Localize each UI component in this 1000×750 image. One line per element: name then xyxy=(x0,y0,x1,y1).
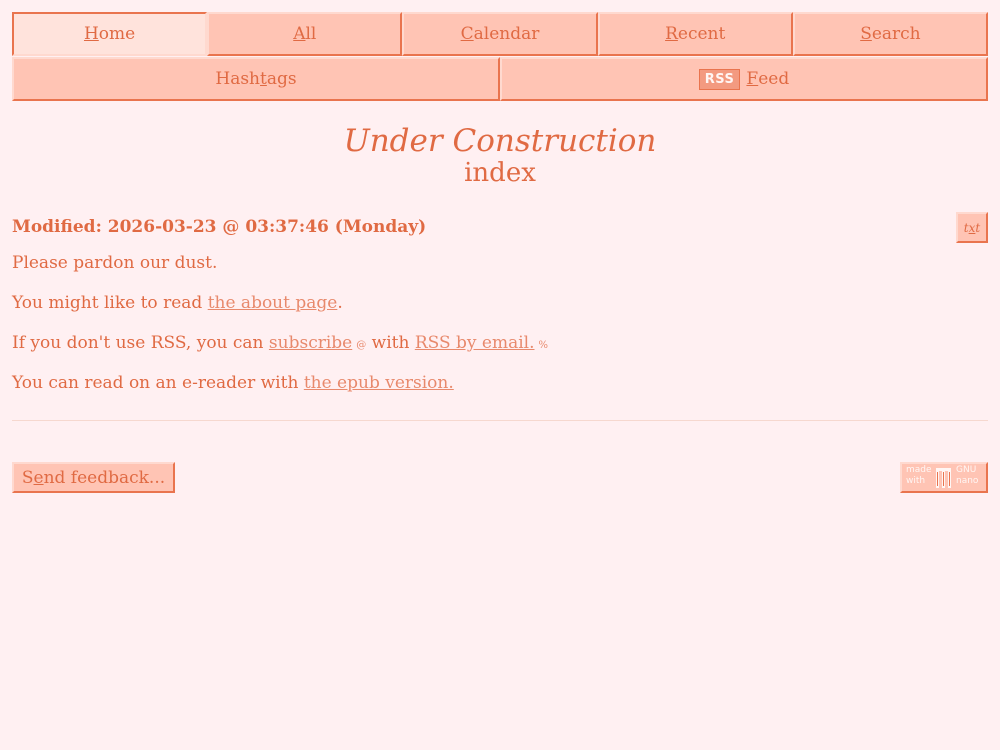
rss-text-pre: If you don't use RSS, you can xyxy=(12,333,269,353)
accesskey-f: F xyxy=(746,69,759,89)
nav-search-button[interactable]: Search xyxy=(792,12,989,56)
send-feedback-button[interactable]: Se nd feedback... xyxy=(12,462,175,493)
about-page-link[interactable]: the about page xyxy=(208,293,338,313)
divider xyxy=(12,420,988,421)
txt-view-button[interactable]: txt xyxy=(956,212,988,243)
nav-hashtags-button[interactable]: Hash t ags xyxy=(12,57,500,101)
nav-hashtags-label-pre: Hash xyxy=(215,69,261,89)
nav-hashtags-label-post: ags xyxy=(266,69,297,89)
nav-calendar-button[interactable]: Calendar xyxy=(402,12,598,56)
accesskey-h: H xyxy=(83,24,99,44)
made-with-gnu-nano-badge[interactable]: made with GNU nano xyxy=(900,462,988,493)
paragraph-rss: If you don't use RSS, you can subscribe @… xyxy=(12,332,548,357)
email-icon: @ xyxy=(356,340,367,351)
accesskey-x: x xyxy=(968,220,976,235)
rss-icon: RSS xyxy=(698,68,741,90)
page-subtitle: index xyxy=(464,158,536,188)
rss-text-mid: with xyxy=(366,333,415,353)
subscribe-link[interactable]: subscribe xyxy=(269,333,352,353)
nav-recent-button[interactable]: Recent xyxy=(597,12,793,56)
feedback-label-post: nd feedback... xyxy=(43,467,166,488)
accesskey-e: e xyxy=(33,467,44,488)
rss-by-email-link[interactable]: RSS by email. xyxy=(415,333,535,353)
badge-gnu-nano-text: GNU nano xyxy=(956,465,979,486)
feedback-label-pre: S xyxy=(21,467,34,488)
nav-calendar-label: alendar xyxy=(473,24,540,44)
nav-search-label: earch xyxy=(871,24,921,44)
nav-home-label: ome xyxy=(98,24,136,44)
nav-rss-feed-button[interactable]: RSS Feed xyxy=(500,57,988,101)
nav-recent-label: ecent xyxy=(677,24,726,44)
nav-feed-label: eed xyxy=(758,69,790,89)
secondary-nav: Hash t ags RSS Feed xyxy=(12,57,988,101)
page-title: Under Construction xyxy=(343,123,657,159)
badge-made-with-text: made with xyxy=(906,465,932,486)
paragraph-about: You might like to read the about page. xyxy=(12,292,343,314)
nav-all-label: ll xyxy=(305,24,317,44)
about-text-post: . xyxy=(337,293,343,313)
about-text-pre: You might like to read xyxy=(12,293,208,313)
accesskey-c: C xyxy=(460,24,474,44)
accesskey-s: S xyxy=(860,24,872,44)
epub-text-pre: You can read on an e-reader with xyxy=(12,373,304,393)
external-link-icon: % xyxy=(538,340,549,351)
nav-home-button[interactable]: Home xyxy=(12,12,208,56)
nano-logo-icon xyxy=(936,468,951,488)
txt-label-post: t xyxy=(975,220,981,235)
accesskey-t: t xyxy=(260,69,267,89)
paragraph-dust: Please pardon our dust. xyxy=(12,253,218,273)
nav-all-button[interactable]: All xyxy=(207,12,403,56)
accesskey-r: R xyxy=(665,24,678,44)
epub-version-link[interactable]: the epub version. xyxy=(304,373,454,393)
modified-timestamp: Modified: 2026-03-23 @ 03:37:46 (Monday) xyxy=(12,217,427,237)
accesskey-a: A xyxy=(293,24,306,44)
paragraph-epub: You can read on an e-reader with the epu… xyxy=(12,372,454,394)
main-nav: Home All Calendar Recent Search xyxy=(12,12,989,56)
